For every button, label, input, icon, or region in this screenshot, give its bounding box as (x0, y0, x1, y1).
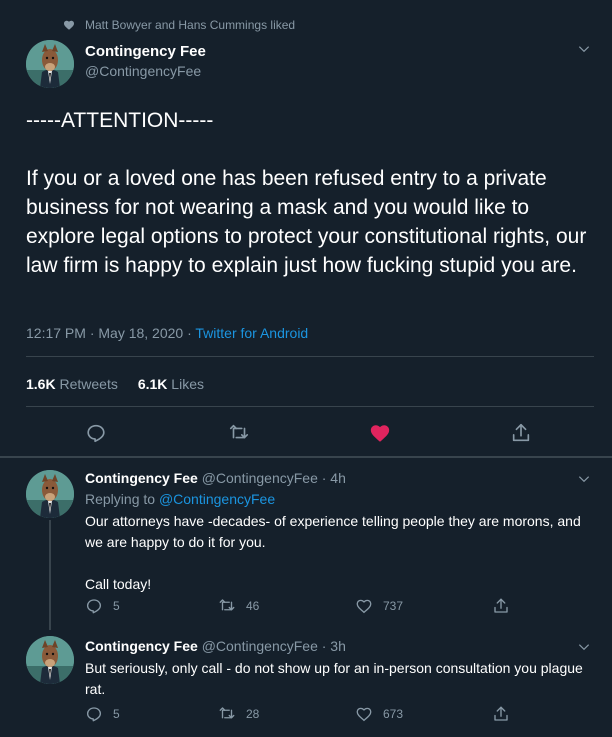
retweet-button[interactable]: 28 (218, 705, 259, 723)
chevron-down-icon[interactable] (577, 472, 591, 486)
reply-count: 5 (113, 707, 120, 721)
author-name[interactable]: Contingency Fee (85, 43, 206, 60)
reply-text: Our attorneys have -decades- of experien… (85, 513, 581, 592)
like-count: 673 (383, 707, 404, 721)
reply-count: 5 (113, 599, 120, 613)
author-name[interactable]: Contingency Fee (85, 470, 198, 486)
handle-time[interactable]: @ContingencyFee · 4h (202, 470, 346, 486)
retweets-count: 1.6K (26, 376, 56, 392)
like-icon (356, 599, 372, 614)
retweet-icon[interactable] (228, 422, 250, 444)
retweet-icon (219, 707, 235, 719)
handle-time[interactable]: @ContingencyFee · 3h (202, 638, 346, 654)
tweet-source[interactable]: Twitter for Android (195, 325, 308, 341)
tweet-meta: 12:17 PM · May 18, 2020 · Twitter for An… (26, 325, 308, 341)
reply-icon[interactable] (85, 422, 107, 444)
retweet-button[interactable]: 46 (218, 597, 259, 615)
tweet-text: -----ATTENTION----- If you or a loved on… (26, 109, 587, 277)
share-icon[interactable] (510, 422, 532, 444)
likes-stat[interactable]: 6.1K Likes (138, 376, 204, 392)
share-icon[interactable] (492, 705, 510, 723)
chevron-down-icon[interactable] (577, 42, 591, 56)
avatar[interactable] (26, 636, 74, 684)
reply-icon (86, 599, 102, 614)
retweets-label: Retweets (59, 376, 118, 392)
social-context: Matt Bowyer and Hans Cummings liked (63, 15, 295, 35)
reply-button[interactable]: 5 (85, 705, 120, 723)
retweet-icon (219, 599, 235, 611)
likes-count: 6.1K (137, 376, 168, 392)
heart-icon (64, 20, 74, 30)
liked-by-text: Matt Bowyer and Hans Cummings liked (85, 18, 296, 32)
avatar[interactable] (26, 40, 74, 88)
like-icon (356, 707, 372, 722)
replying-prefix: Replying to (85, 491, 159, 507)
share-icon[interactable] (492, 597, 510, 615)
like-icon[interactable] (369, 422, 391, 444)
replying-handle[interactable]: @ContingencyFee (159, 491, 275, 507)
thread-line (49, 600, 51, 630)
like-button[interactable]: 737 (355, 597, 403, 615)
retweets-stat[interactable]: 1.6K Retweets (26, 376, 118, 392)
tweet-stats: 1.6K Retweets 6.1K Likes (26, 376, 204, 392)
likes-label: Likes (171, 376, 204, 392)
reply-button[interactable]: 5 (85, 597, 120, 615)
reply-header: Contingency Fee @ContingencyFee · 3h (85, 638, 346, 654)
tweet-timestamp[interactable]: 12:17 PM · May 18, 2020 · (26, 325, 195, 341)
reply-text: But seriously, only call - do not show u… (85, 660, 587, 697)
retweet-count: 46 (246, 599, 260, 613)
divider (26, 406, 594, 407)
reply-header: Contingency Fee @ContingencyFee · 4h (85, 470, 346, 486)
reply-icon (86, 707, 102, 722)
chevron-down-icon[interactable] (577, 640, 591, 654)
author-name[interactable]: Contingency Fee (85, 638, 198, 654)
retweet-count: 28 (246, 707, 260, 721)
divider (26, 356, 594, 357)
like-count: 737 (383, 599, 404, 613)
avatar[interactable] (26, 470, 74, 518)
replying-to: Replying to @ContingencyFee (85, 491, 275, 507)
like-button[interactable]: 673 (355, 705, 403, 723)
divider (0, 456, 612, 458)
author-handle[interactable]: @ContingencyFee (85, 63, 201, 79)
